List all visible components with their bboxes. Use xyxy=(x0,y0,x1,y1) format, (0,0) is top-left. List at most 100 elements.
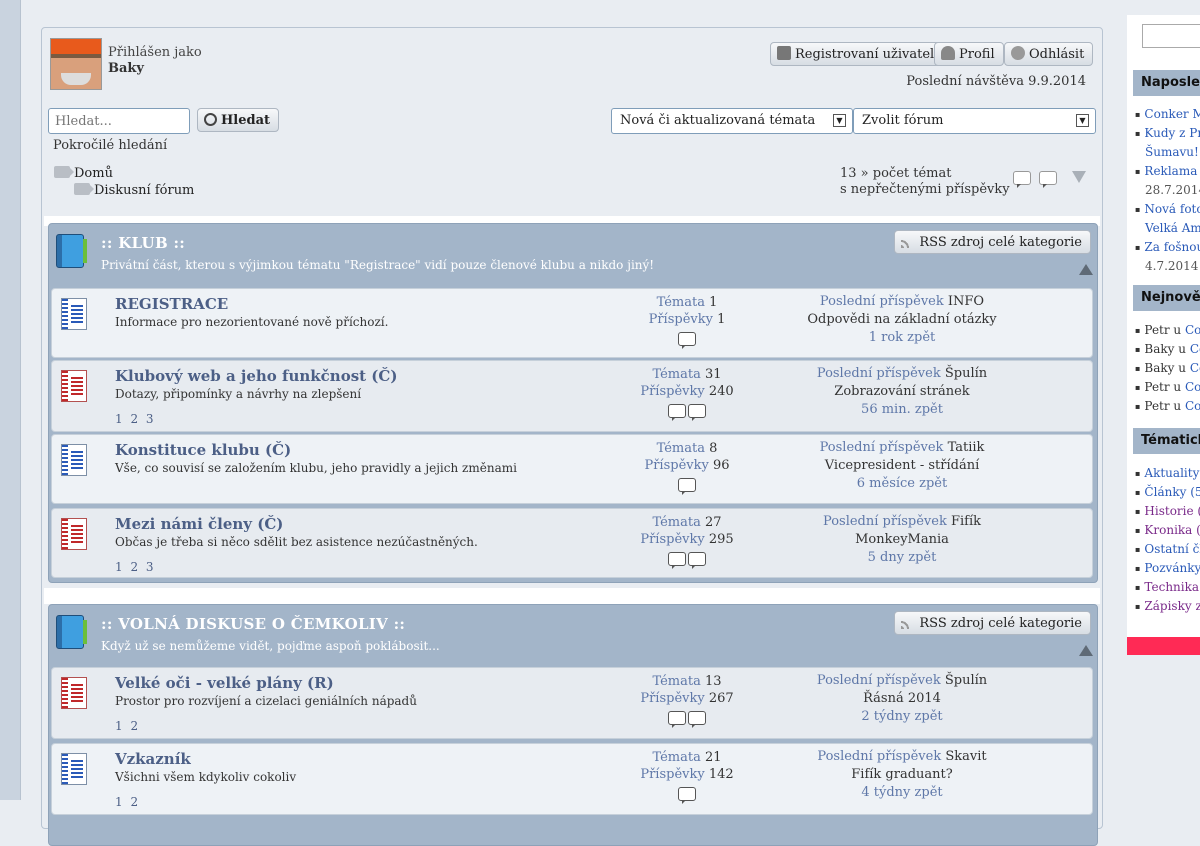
category-title[interactable]: :: KLUB :: xyxy=(101,234,185,252)
sidebar-list-item[interactable]: Kudy z Pra xyxy=(1135,124,1200,143)
last-post: Poslední příspěvek Špulín Řásná 2014 2 t… xyxy=(772,672,1032,726)
new-post-icon[interactable] xyxy=(688,404,706,421)
posts-count: Příspěvky 267 xyxy=(612,690,762,707)
new-post-icon[interactable] xyxy=(678,332,696,349)
last-post-label: Poslední příspěvek xyxy=(817,749,942,764)
forum-title[interactable]: Konstituce klubu (Č) xyxy=(115,441,291,459)
last-post-author[interactable]: Fifík xyxy=(951,514,981,529)
logged-in-username[interactable]: Baky xyxy=(108,61,144,76)
advanced-search-link[interactable]: Pokročilé hledání xyxy=(53,138,167,153)
sidebar-category-item[interactable]: Technika ( xyxy=(1135,578,1200,597)
sidebar-category-item[interactable]: Zápisky z xyxy=(1135,597,1200,616)
last-post-author[interactable]: Skavit xyxy=(945,749,986,764)
sidebar-comment-item: Baky u Co xyxy=(1135,359,1200,378)
last-post-author[interactable]: Špulín xyxy=(945,673,987,688)
breadcrumb-forum[interactable]: Diskusní fórum xyxy=(74,183,194,198)
sidebar-category-item[interactable]: Ostatní čla xyxy=(1135,540,1200,559)
comment-link[interactable]: Con xyxy=(1185,399,1200,413)
sidebar-list-item[interactable]: Za fošnou xyxy=(1135,238,1200,257)
posts-count: Příspěvky 240 xyxy=(612,383,762,400)
section-separator xyxy=(44,588,1100,604)
last-post-subject[interactable]: MonkeyMania xyxy=(772,531,1032,549)
comment-author: Baky u xyxy=(1144,361,1190,375)
sidebar-list-item[interactable]: Conker M xyxy=(1135,105,1200,124)
new-post-icon[interactable] xyxy=(678,787,696,804)
comment-link[interactable]: Con xyxy=(1185,323,1200,337)
last-post-subject[interactable]: Zobrazování stránek xyxy=(772,383,1032,401)
sidebar-category-item[interactable]: Kronika (6 xyxy=(1135,521,1200,540)
topics-count: Témata 13 xyxy=(612,673,762,690)
last-post: Poslední příspěvek Tatiik Vicepresident … xyxy=(772,439,1032,493)
collapse-icon[interactable] xyxy=(1079,645,1093,656)
new-post-icon[interactable] xyxy=(688,552,706,569)
posts-count: Příspěvky 142 xyxy=(612,766,762,783)
last-post-header: Poslední příspěvek Skavit xyxy=(772,748,1032,766)
rss-button[interactable]: RSS zdroj celé kategorie xyxy=(894,230,1091,254)
avatar[interactable] xyxy=(50,38,102,90)
chevron-down-icon: ▼ xyxy=(833,114,846,127)
last-post-subject[interactable]: Fifík graduant? xyxy=(772,766,1032,784)
forum-pagination[interactable]: 1 2 xyxy=(115,795,138,809)
last-post-label: Poslední příspěvek xyxy=(816,673,941,688)
search-button[interactable]: Hledat xyxy=(197,108,280,132)
forum-stats: Témata 27 Příspěvky 295 xyxy=(612,514,762,571)
forum-description: Informace pro nezorientované nově přícho… xyxy=(115,315,389,329)
last-post-author[interactable]: Špulín xyxy=(945,366,987,381)
forum-document-icon xyxy=(61,298,87,330)
comment-link[interactable]: Co xyxy=(1190,342,1200,356)
search-input[interactable] xyxy=(48,108,190,134)
last-post-author[interactable]: INFO xyxy=(948,294,984,309)
forum-document-lines xyxy=(71,451,83,471)
sidebar-category-item[interactable]: Aktuality ( xyxy=(1135,464,1200,483)
posts-value: 142 xyxy=(708,767,734,782)
topics-value: 27 xyxy=(705,515,722,530)
profile-button[interactable]: Profil xyxy=(934,42,1004,66)
comment-link[interactable]: Co xyxy=(1190,361,1200,375)
unread-icon[interactable] xyxy=(668,552,686,569)
last-post-subject[interactable]: Řásná 2014 xyxy=(772,690,1032,708)
mark-read-icon[interactable] xyxy=(1038,171,1057,188)
last-post-subject[interactable]: Odpovědi na základní otázky xyxy=(772,311,1032,329)
forum-document-lines xyxy=(71,305,83,325)
registered-users-button[interactable]: Registrovaní uživatelé xyxy=(770,42,951,66)
forum-title[interactable]: Klubový web a jeho funkčnost (Č) xyxy=(115,367,397,385)
posts-label: Příspěvky xyxy=(640,384,705,399)
sidebar-list-date: 4.7.2014 xyxy=(1145,259,1199,273)
unread-icon[interactable] xyxy=(668,404,686,421)
sidebar-list-item[interactable]: Nová foto xyxy=(1135,200,1200,219)
new-post-icon[interactable] xyxy=(678,478,696,495)
unread-posts-icon[interactable] xyxy=(1012,171,1031,188)
last-post-time: 4 týdny zpět xyxy=(861,785,943,800)
forum-title[interactable]: Velké oči - velké plány (R) xyxy=(115,674,334,692)
collapse-icon[interactable] xyxy=(1079,264,1093,275)
sidebar-search-input[interactable] xyxy=(1142,24,1200,48)
forum-container: Přihlášen jako Baky Registrovaní uživate… xyxy=(41,27,1103,846)
scroll-down-icon[interactable] xyxy=(1072,171,1090,187)
sidebar-category-item[interactable]: Pozvánky xyxy=(1135,559,1200,578)
comment-link[interactable]: Con xyxy=(1185,380,1200,394)
rss-button[interactable]: RSS zdroj celé kategorie xyxy=(894,611,1091,635)
last-post-subject[interactable]: Vicepresident - střídání xyxy=(772,457,1032,475)
forum-pagination[interactable]: 1 2 xyxy=(115,719,138,733)
sidebar-list-item[interactable]: Šumavu! : xyxy=(1135,143,1200,162)
sidebar-category-item[interactable]: Články (5 xyxy=(1135,483,1200,502)
last-post-time: 56 min. zpět xyxy=(861,402,943,417)
forum-pagination[interactable]: 1 2 3 xyxy=(115,560,154,574)
category-title[interactable]: :: VOLNÁ DISKUSE O ČEMKOLIV :: xyxy=(101,615,405,633)
forum-pagination[interactable]: 1 2 3 xyxy=(115,412,154,426)
breadcrumb-home[interactable]: Domů xyxy=(54,166,113,181)
sidebar-list-item[interactable]: Reklama n xyxy=(1135,162,1200,181)
forum-title[interactable]: REGISTRACE xyxy=(115,295,228,313)
forum-title[interactable]: Vzkazník xyxy=(115,750,191,768)
last-post-author[interactable]: Tatiik xyxy=(948,440,985,455)
magnifier-icon xyxy=(204,113,217,126)
sidebar-list-item[interactable]: Velká Ame xyxy=(1135,219,1200,238)
new-topics-select[interactable]: Nová či aktualizovaná témata ▼ xyxy=(611,108,853,134)
new-post-icon[interactable] xyxy=(688,711,706,728)
forum-title[interactable]: Mezi námi členy (Č) xyxy=(115,515,283,533)
forum-select[interactable]: Zvolit fórum ▼ xyxy=(853,108,1096,134)
forum-description: Dotazy, připomínky a návrhy na zlepšení xyxy=(115,387,362,401)
sidebar-category-item[interactable]: Historie (: xyxy=(1135,502,1200,521)
unread-icon[interactable] xyxy=(668,711,686,728)
logout-button[interactable]: Odhlásit xyxy=(1004,42,1094,66)
